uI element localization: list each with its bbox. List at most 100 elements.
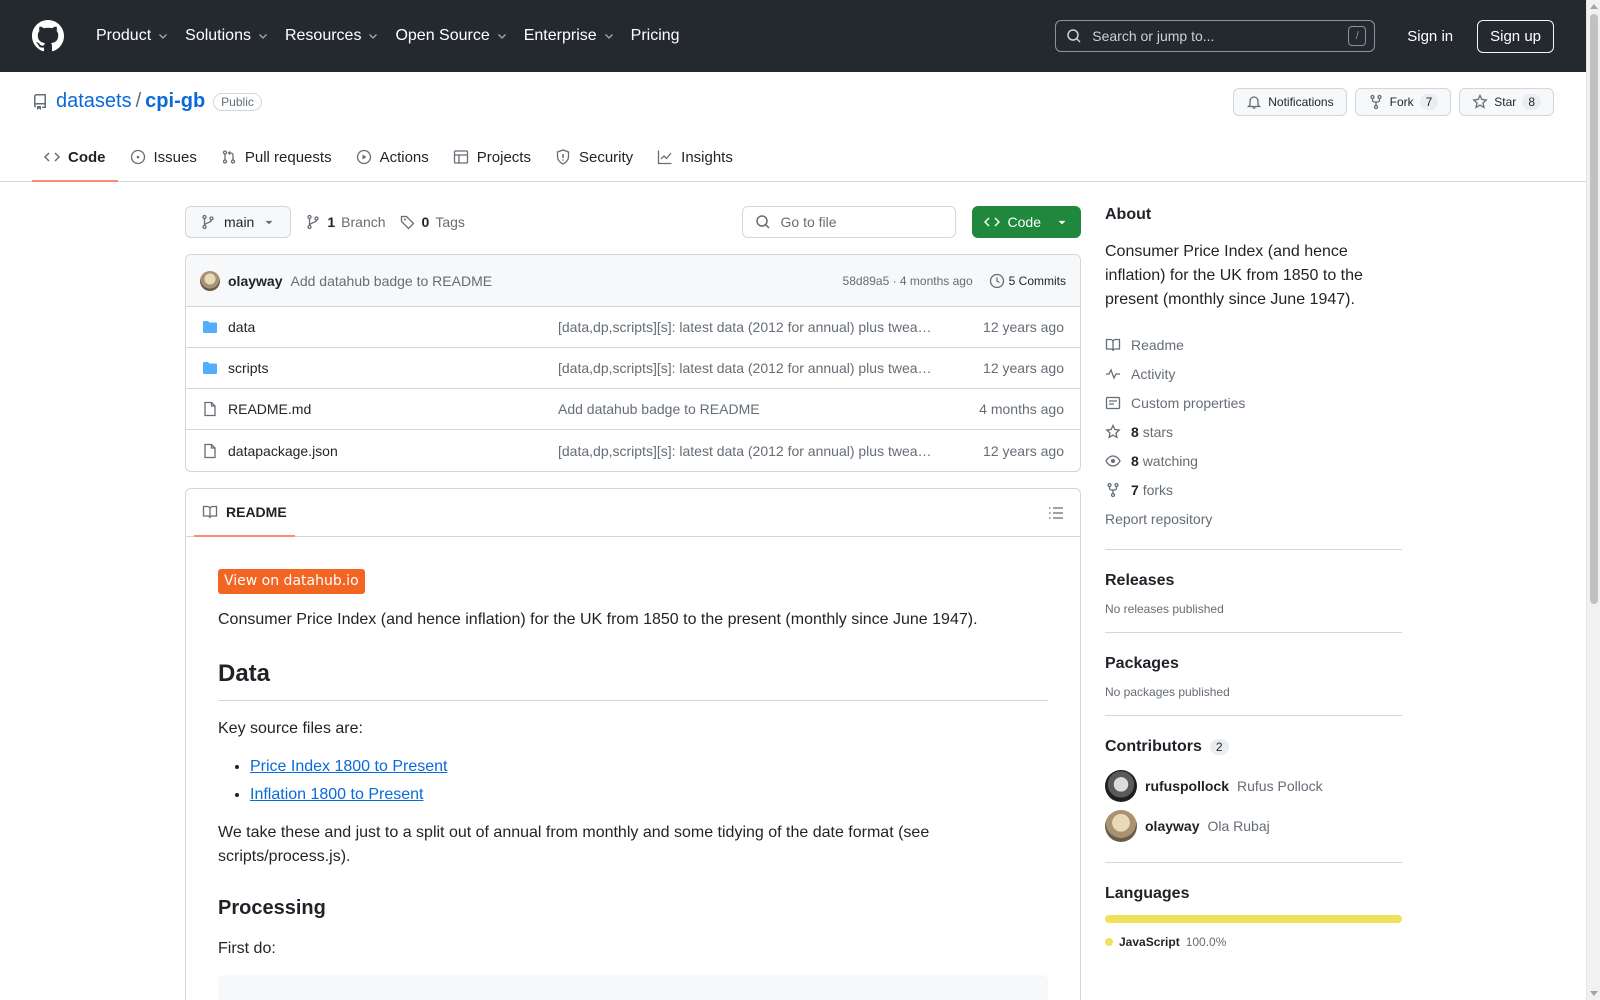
file-row[interactable]: README.md Add datahub badge to README 4 …	[186, 389, 1080, 430]
branch-selector[interactable]: main	[185, 206, 292, 238]
nav-open-source[interactable]: Open Source	[387, 18, 515, 54]
releases-title[interactable]: Releases	[1105, 572, 1402, 590]
bell-icon	[1247, 96, 1262, 109]
repo-header: datasets / cpi-gb Public Notifications F…	[0, 72, 1586, 182]
tab-pull-requests-label: Pull requests	[244, 148, 332, 166]
tab-projects[interactable]: Projects	[441, 134, 543, 182]
star-label: Star	[1494, 95, 1517, 109]
tag-label: Tags	[435, 214, 465, 230]
language-percent: 100.0%	[1185, 935, 1227, 949]
scrollbar-thumb[interactable]	[1590, 14, 1598, 604]
language-item[interactable]: JavaScript 100.0%	[1105, 935, 1402, 949]
list-unordered-icon[interactable]	[1048, 505, 1064, 521]
folder-icon	[203, 321, 217, 333]
contributor-row[interactable]: rufuspollock Rufus Pollock	[1105, 766, 1402, 806]
nav-pricing[interactable]: Pricing	[623, 18, 688, 54]
file-commit-message-link[interactable]: [data,dp,scripts][s]: latest data (2012 …	[558, 319, 938, 335]
file-name-link[interactable]: scripts	[228, 360, 558, 376]
tab-issues[interactable]: Issues	[118, 134, 209, 182]
repo-owner-link[interactable]: datasets	[56, 90, 132, 113]
vertical-scrollbar[interactable]	[1586, 0, 1600, 1000]
contributor-row[interactable]: olayway Ola Rubaj	[1105, 806, 1402, 846]
file-commit-message-link[interactable]: [data,dp,scripts][s]: latest data (2012 …	[558, 443, 938, 459]
go-to-file-input[interactable]: Go to file	[741, 206, 956, 238]
tags-link[interactable]: 0 Tags	[400, 214, 465, 230]
custom-properties-link[interactable]: Custom properties	[1105, 388, 1402, 417]
file-date: 4 months ago	[979, 401, 1064, 417]
fork-button[interactable]: Fork 7	[1354, 88, 1452, 116]
branches-link[interactable]: 1 Branch	[305, 214, 386, 230]
readme-heading-data: Data	[218, 656, 1048, 701]
nav-enterprise[interactable]: Enterprise	[516, 18, 623, 54]
inflation-link[interactable]: Inflation 1800 to Present	[250, 786, 423, 803]
nav-solutions[interactable]: Solutions	[177, 18, 277, 54]
scroll-up-arrow-icon[interactable]	[1590, 4, 1598, 9]
report-repository-link[interactable]: Report repository	[1105, 504, 1402, 533]
readme-source-list: Price Index 1800 to Present Inflation 18…	[218, 755, 1048, 807]
forks-link[interactable]: 7 forks	[1105, 475, 1402, 504]
search-icon	[755, 215, 770, 229]
languages-section: Languages JavaScript 100.0%	[1105, 862, 1402, 949]
nav-resources-label: Resources	[284, 27, 362, 44]
nav-product[interactable]: Product	[88, 18, 177, 54]
sign-in-link[interactable]: Sign in	[1391, 28, 1469, 45]
file-name-link[interactable]: data	[228, 319, 558, 335]
global-header: Product Solutions Resources Open Source …	[0, 0, 1586, 72]
file-name-link[interactable]: README.md	[228, 401, 558, 417]
repo-sidebar: About Consumer Price Index (and hence in…	[1105, 206, 1402, 949]
commits-history-link[interactable]: 5 Commits	[989, 273, 1066, 289]
commit-author-link[interactable]: olayway	[228, 273, 282, 289]
file-name-link[interactable]: datapackage.json	[228, 443, 558, 459]
file-row[interactable]: data [data,dp,scripts][s]: latest data (…	[186, 307, 1080, 348]
tab-code[interactable]: Code	[32, 134, 118, 182]
packages-title[interactable]: Packages	[1105, 655, 1402, 673]
branch-name: main	[224, 214, 255, 230]
file-browser: olayway Add datahub badge to README 58d8…	[185, 254, 1081, 472]
watching-link[interactable]: 8 watching	[1105, 446, 1402, 475]
file-row[interactable]: scripts [data,dp,scripts][s]: latest dat…	[186, 348, 1080, 389]
contributor-login: olayway	[1145, 818, 1200, 834]
caret-down-icon	[1058, 220, 1066, 225]
nav-resources[interactable]: Resources	[277, 18, 387, 54]
folder-icon	[203, 362, 217, 374]
tab-pull-requests[interactable]: Pull requests	[209, 134, 344, 182]
nav-open-source-label: Open Source	[395, 27, 490, 44]
contributor-login: rufuspollock	[1145, 778, 1230, 794]
github-logo-icon[interactable]	[32, 20, 64, 52]
commit-meta[interactable]: 58d89a5 · 4 months ago	[843, 274, 973, 288]
about-description: Consumer Price Index (and hence inflatio…	[1105, 243, 1363, 308]
scroll-down-arrow-icon[interactable]	[1590, 991, 1598, 996]
tab-security[interactable]: Security	[543, 134, 645, 182]
code-button-label: Code	[1007, 214, 1041, 230]
commit-message-link[interactable]: Add datahub badge to README	[290, 273, 492, 289]
datahub-badge[interactable]: View on datahub.io	[218, 569, 365, 594]
language-bar	[1105, 915, 1402, 923]
file-commit-message-link[interactable]: Add datahub badge to README	[558, 401, 938, 417]
code-button[interactable]: Code	[971, 206, 1081, 238]
file-row[interactable]: datapackage.json [data,dp,scripts][s]: l…	[186, 430, 1080, 471]
readme-content: View on datahub.io Consumer Price Index …	[186, 537, 1080, 1000]
readme-link-label: Readme	[1131, 336, 1184, 353]
eye-icon	[1105, 454, 1121, 467]
sign-up-button[interactable]: Sign up	[1477, 19, 1554, 53]
readme-tab[interactable]: README	[194, 489, 295, 537]
stars-link[interactable]: 8 stars	[1105, 417, 1402, 446]
file-commit-message-link[interactable]: [data,dp,scripts][s]: latest data (2012 …	[558, 360, 938, 376]
notifications-button[interactable]: Notifications	[1233, 88, 1347, 116]
price-index-link[interactable]: Price Index 1800 to Present	[250, 758, 447, 775]
star-button[interactable]: Star 8	[1459, 88, 1554, 116]
tab-insights[interactable]: Insights	[645, 134, 745, 182]
star-count: 8	[1522, 94, 1541, 110]
tab-actions[interactable]: Actions	[344, 134, 441, 182]
activity-link[interactable]: Activity	[1105, 359, 1402, 388]
contributor-name: Rufus Pollock	[1237, 778, 1323, 794]
repo-name-link[interactable]: cpi-gb	[145, 90, 205, 113]
readme-link[interactable]: Readme	[1105, 330, 1402, 359]
avatar[interactable]	[200, 270, 220, 291]
repo-path-separator: /	[135, 90, 142, 112]
contributors-title[interactable]: Contributors 2	[1105, 738, 1402, 756]
chevron-down-icon	[159, 34, 168, 39]
list-item: Price Index 1800 to Present	[250, 755, 1048, 779]
global-search-input[interactable]: Search or jump to... /	[1055, 20, 1376, 52]
about-title: About	[1105, 206, 1152, 223]
